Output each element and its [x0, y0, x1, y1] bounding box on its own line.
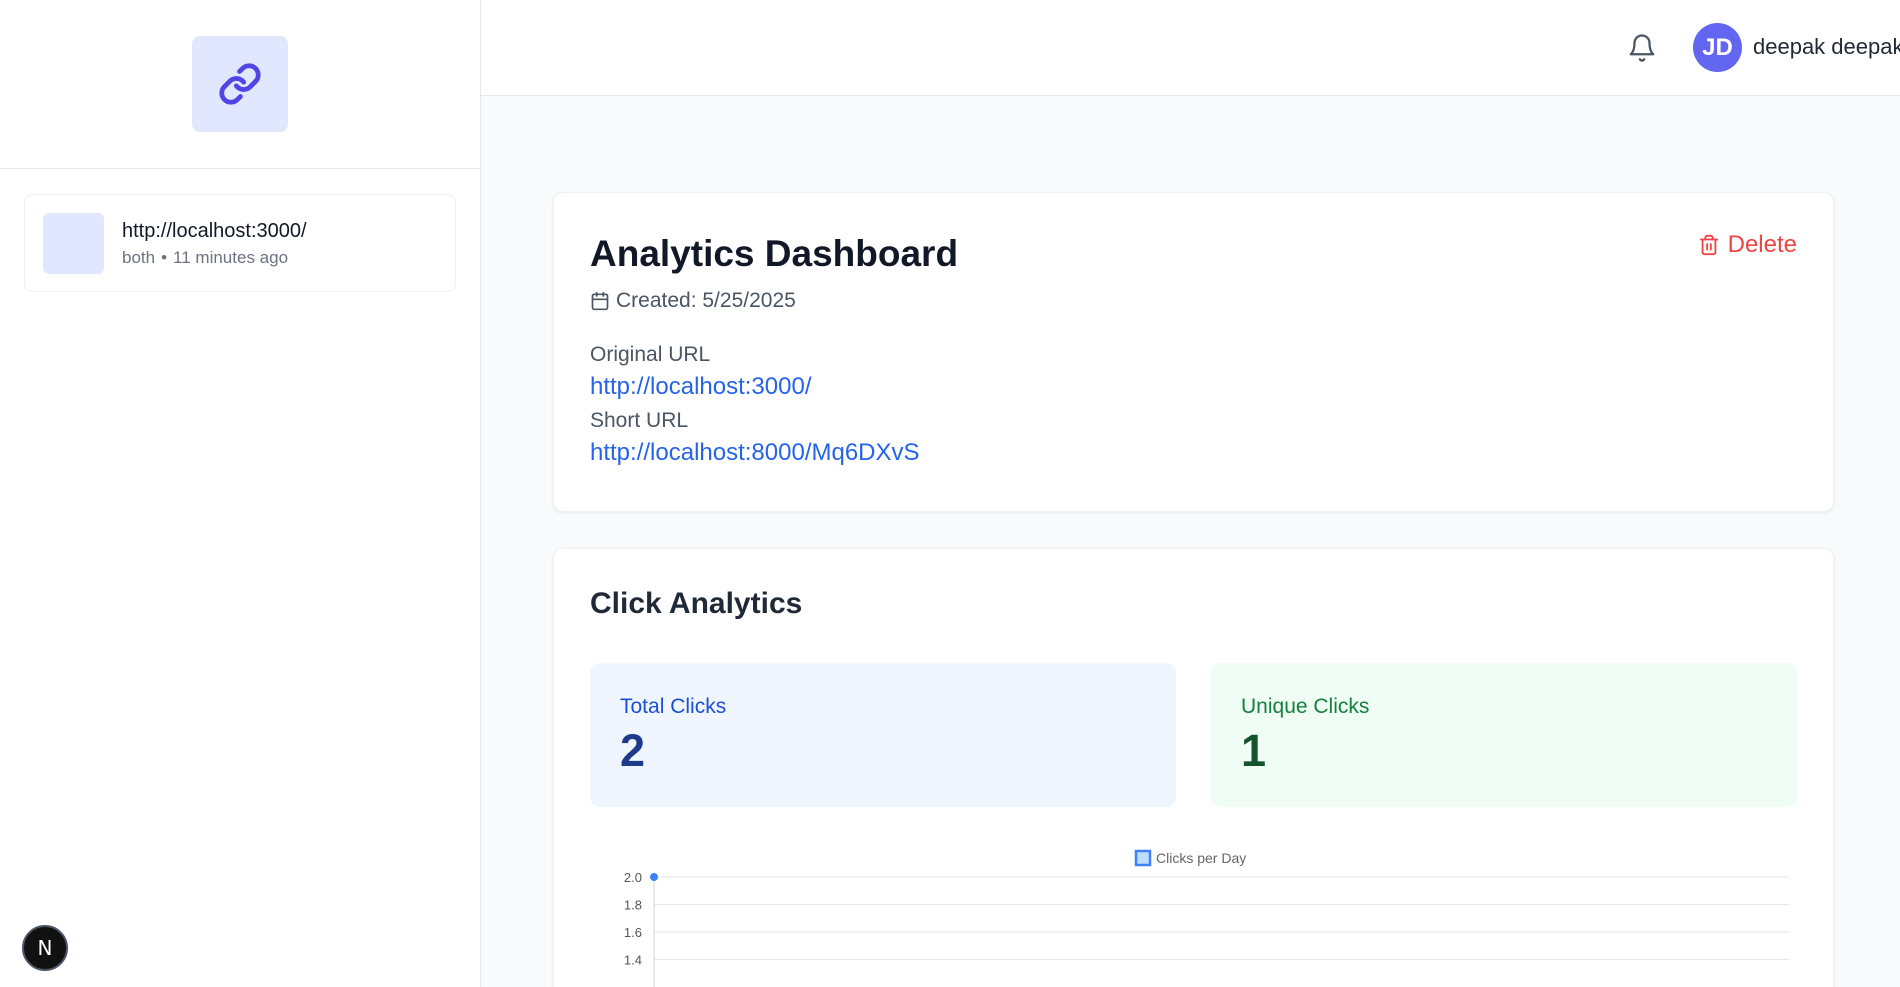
- link-time: 11 minutes ago: [173, 247, 289, 267]
- data-point: [650, 873, 658, 881]
- trash-icon: [1699, 234, 1718, 256]
- created-text: Created: 5/25/2025: [616, 289, 796, 312]
- short-url-link[interactable]: http://localhost:8000/Mq6DXvS: [590, 439, 920, 467]
- total-clicks-value: 2: [620, 725, 646, 776]
- unique-clicks-card: Unique Clicks 1: [1211, 663, 1797, 807]
- link-type: both: [122, 247, 156, 267]
- sidebar-link-url: http://localhost:3000/: [122, 219, 307, 242]
- created-date: Created: 5/25/2025: [590, 289, 796, 313]
- unique-clicks-value: 1: [1241, 725, 1267, 776]
- y-tick-label: 1.4: [624, 953, 642, 968]
- user-name[interactable]: deepak deepak: [1753, 34, 1900, 60]
- page-title: Analytics Dashboard: [590, 233, 959, 274]
- notification-bell-icon[interactable]: [1622, 28, 1662, 68]
- url-details-card: Analytics Dashboard Delete Created: 5/25…: [553, 192, 1834, 512]
- sidebar-link-item[interactable]: http://localhost:3000/ both • 11 minutes…: [24, 194, 456, 292]
- link-thumbnail: [43, 212, 104, 274]
- total-clicks-label: Total Clicks: [620, 695, 727, 718]
- original-url-link[interactable]: http://localhost:3000/: [590, 373, 811, 401]
- clicks-chart: Clicks per Day 2.0 1.8 1.6 1.4: [624, 849, 1789, 987]
- nextjs-badge[interactable]: N: [22, 925, 68, 971]
- avatar[interactable]: JD: [1693, 23, 1742, 72]
- section-title: Click Analytics: [590, 587, 803, 620]
- short-url-label: Short URL: [590, 409, 689, 432]
- calendar-icon: [591, 291, 609, 311]
- original-url-label: Original URL: [590, 343, 711, 366]
- top-header: JD deepak deepak: [481, 0, 1900, 96]
- legend-label: Clicks per Day: [1156, 850, 1246, 866]
- sidebar-link-meta: both • 11 minutes ago: [122, 248, 307, 268]
- legend-swatch: [1134, 849, 1152, 867]
- logo[interactable]: [192, 36, 288, 132]
- delete-button[interactable]: Delete: [1698, 231, 1797, 259]
- main-content: Analytics Dashboard Delete Created: 5/25…: [481, 96, 1900, 987]
- link-icon: [219, 63, 261, 105]
- delete-label: Delete: [1727, 231, 1797, 258]
- y-tick-label: 1.6: [624, 925, 642, 940]
- logo-area: [0, 0, 480, 169]
- sidebar: http://localhost:3000/ both • 11 minutes…: [0, 0, 481, 987]
- total-clicks-card: Total Clicks 2: [590, 663, 1176, 807]
- y-tick-label: 2.0: [624, 870, 642, 885]
- click-analytics-card: Click Analytics Total Clicks 2 Unique Cl…: [553, 548, 1834, 987]
- unique-clicks-label: Unique Clicks: [1241, 695, 1370, 718]
- meta-separator: •: [161, 247, 168, 267]
- y-tick-label: 1.8: [624, 898, 642, 913]
